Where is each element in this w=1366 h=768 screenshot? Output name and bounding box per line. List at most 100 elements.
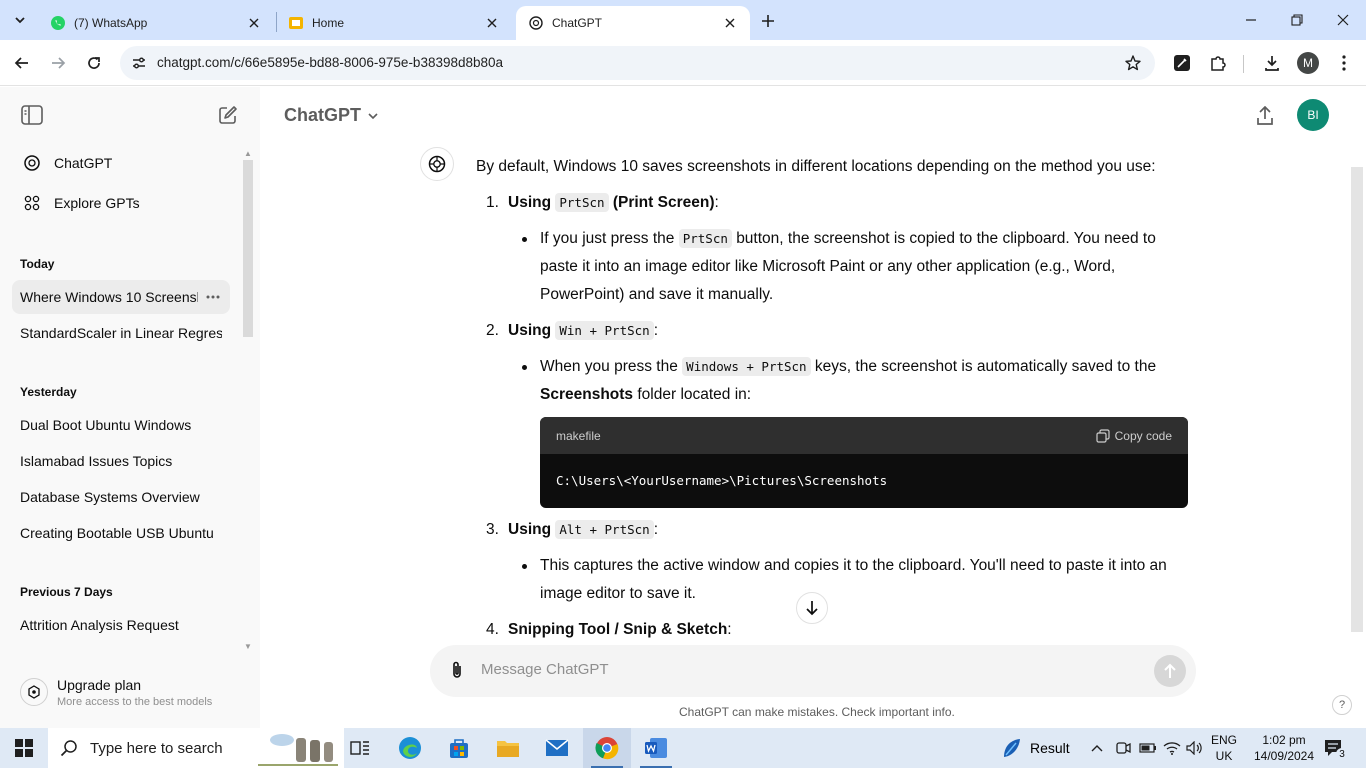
send-arrow-icon[interactable] (1154, 655, 1186, 687)
inline-code: Alt + PrtScn (555, 520, 654, 539)
tab-chatgpt[interactable]: ChatGPT (516, 6, 750, 40)
history-item[interactable]: StandardScaler in Linear Regress (12, 316, 230, 350)
chat-scrollbar[interactable] (1351, 167, 1363, 632)
code-block: makefile Copy code C:\Users\<YourUsernam… (540, 417, 1188, 508)
menu-kebab-icon[interactable] (1330, 49, 1358, 77)
restore-window-icon[interactable] (1274, 0, 1320, 40)
list-item-step-4: 4. Snipping Tool / Snip & Sketch: (486, 621, 732, 638)
new-chat-icon[interactable] (216, 103, 240, 127)
meet-now-icon[interactable] (1115, 728, 1131, 768)
show-hidden-icons-chevron-icon[interactable] (1090, 728, 1104, 768)
browser-toolbar: chatgpt.com/c/66e5895e-bd88-8006-975e-b3… (0, 40, 1366, 86)
taskbar-clock[interactable]: 1:02 pm 14/09/2024 (1248, 732, 1320, 764)
forward-arrow-icon[interactable] (44, 49, 72, 77)
notification-center-icon[interactable]: 3 (1322, 736, 1348, 760)
upgrade-plan-button[interactable]: Upgrade plan More access to the best mod… (12, 667, 242, 717)
close-window-icon[interactable] (1320, 0, 1366, 40)
browser-tab-strip: (7) WhatsApp Home ChatGPT (0, 0, 1366, 40)
history-item[interactable]: Where Windows 10 Screensh (12, 280, 230, 314)
clock-date: 14/09/2024 (1253, 749, 1315, 763)
battery-icon[interactable] (1139, 728, 1157, 768)
scroll-to-bottom-arrow-icon[interactable] (796, 592, 828, 624)
message-input[interactable]: Message ChatGPT (481, 661, 609, 678)
share-icon[interactable] (1252, 103, 1278, 129)
mail-icon[interactable] (533, 728, 581, 768)
upgrade-title: Upgrade plan (57, 676, 142, 693)
tab-search-chevron-icon[interactable] (8, 8, 32, 32)
microsoft-store-icon[interactable] (435, 728, 483, 768)
bullet-item: This captures the active window and copi… (508, 552, 1196, 608)
chat-main: ChatGPT BI By default, Windows 10 saves … (260, 87, 1366, 728)
grid-icon (22, 193, 42, 213)
reload-icon[interactable] (80, 49, 108, 77)
task-view-icon[interactable] (336, 728, 384, 768)
download-icon[interactable] (1258, 49, 1286, 77)
close-tab-icon[interactable] (246, 15, 262, 31)
chrome-browser-icon[interactable] (583, 728, 631, 768)
input-language-indicator[interactable]: ENG UK (1208, 732, 1240, 764)
slides-icon (288, 15, 304, 31)
site-settings-icon[interactable] (130, 54, 148, 72)
history-item[interactable]: Database Systems Overview (12, 480, 230, 514)
search-highlight-moai-icon (258, 734, 338, 766)
sidebar-scrollbar[interactable] (243, 160, 253, 337)
code-block-header: makefile Copy code (540, 417, 1188, 454)
history-item[interactable]: Creating Bootable USB Ubuntu (12, 516, 230, 550)
sidebar: ChatGPT Explore GPTs Today Where Windows… (0, 87, 260, 728)
profile-avatar[interactable]: M (1297, 52, 1319, 74)
volume-icon[interactable] (1186, 728, 1204, 768)
user-avatar[interactable]: BI (1297, 99, 1329, 131)
scroll-up-arrow-icon[interactable]: ▲ (244, 149, 252, 158)
sidebar-nav-chatgpt[interactable]: ChatGPT (12, 145, 230, 181)
word-icon[interactable] (632, 728, 680, 768)
scroll-down-arrow-icon[interactable]: ▼ (244, 642, 252, 651)
search-icon (60, 740, 77, 757)
tab-whatsapp[interactable]: (7) WhatsApp (38, 6, 274, 40)
weather-leaf-icon (1004, 739, 1020, 757)
toggle-sidebar-icon[interactable] (20, 103, 44, 127)
close-tab-icon[interactable] (722, 15, 738, 31)
edge-browser-icon[interactable] (386, 728, 434, 768)
history-group-yesterday: Yesterday (20, 385, 77, 399)
assistant-avatar-openai-icon (420, 147, 454, 181)
windows-taskbar: Type here to search Result ENG UK 1:02 p… (0, 728, 1366, 768)
attach-paperclip-icon[interactable] (446, 659, 468, 681)
help-button[interactable]: ? (1332, 695, 1352, 715)
sidebar-nav-explore-gpts[interactable]: Explore GPTs (12, 185, 230, 221)
code-content: C:\Users\<YourUsername>\Pictures\Screens… (556, 473, 888, 488)
close-tab-icon[interactable] (484, 15, 500, 31)
message-composer[interactable]: Message ChatGPT (430, 645, 1196, 697)
bookmark-star-icon[interactable] (1123, 53, 1143, 73)
wifi-icon[interactable] (1163, 728, 1181, 768)
copy-icon (1096, 428, 1110, 443)
model-selector[interactable]: ChatGPT (284, 105, 379, 126)
more-options-icon[interactable] (204, 288, 222, 306)
copy-code-button[interactable]: Copy code (1096, 422, 1172, 450)
whatsapp-icon (50, 15, 66, 31)
bullet-item: If you just press the PrtScn button, the… (508, 225, 1196, 309)
url-text[interactable]: chatgpt.com/c/66e5895e-bd88-8006-975e-b3… (157, 55, 503, 70)
tab-home[interactable]: Home (276, 6, 512, 40)
back-arrow-icon[interactable] (8, 49, 36, 77)
list-item-step-1: 1. Using PrtScn (Print Screen): (486, 193, 719, 212)
extensions-puzzle-icon[interactable] (1204, 49, 1232, 77)
extension-pen-icon[interactable] (1168, 49, 1196, 77)
weather-widget[interactable]: Result (1000, 728, 1070, 768)
taskbar-search-box[interactable]: Type here to search (48, 728, 344, 768)
chevron-down-icon (368, 112, 378, 119)
minimize-window-icon[interactable] (1228, 0, 1274, 40)
inline-code: PrtScn (555, 193, 609, 212)
history-group-previous-7-days: Previous 7 Days (20, 585, 113, 599)
file-explorer-icon[interactable] (484, 728, 532, 768)
address-bar[interactable]: chatgpt.com/c/66e5895e-bd88-8006-975e-b3… (120, 46, 1155, 80)
clock-time: 1:02 pm (1262, 733, 1306, 747)
windows-start-icon[interactable] (0, 728, 48, 768)
list-item-step-2: 2. Using Win + PrtScn: (486, 321, 658, 340)
sparkle-icon (20, 678, 48, 706)
new-tab-plus-icon[interactable] (756, 9, 780, 33)
history-item[interactable]: Islamabad Issues Topics (12, 444, 230, 478)
history-item[interactable]: Dual Boot Ubuntu Windows (12, 408, 230, 442)
message-intro: By default, Windows 10 saves screenshots… (476, 158, 1156, 175)
history-item[interactable]: Attrition Analysis Request (12, 608, 230, 642)
list-item-step-3: 3. Using Alt + PrtScn: (486, 520, 658, 539)
